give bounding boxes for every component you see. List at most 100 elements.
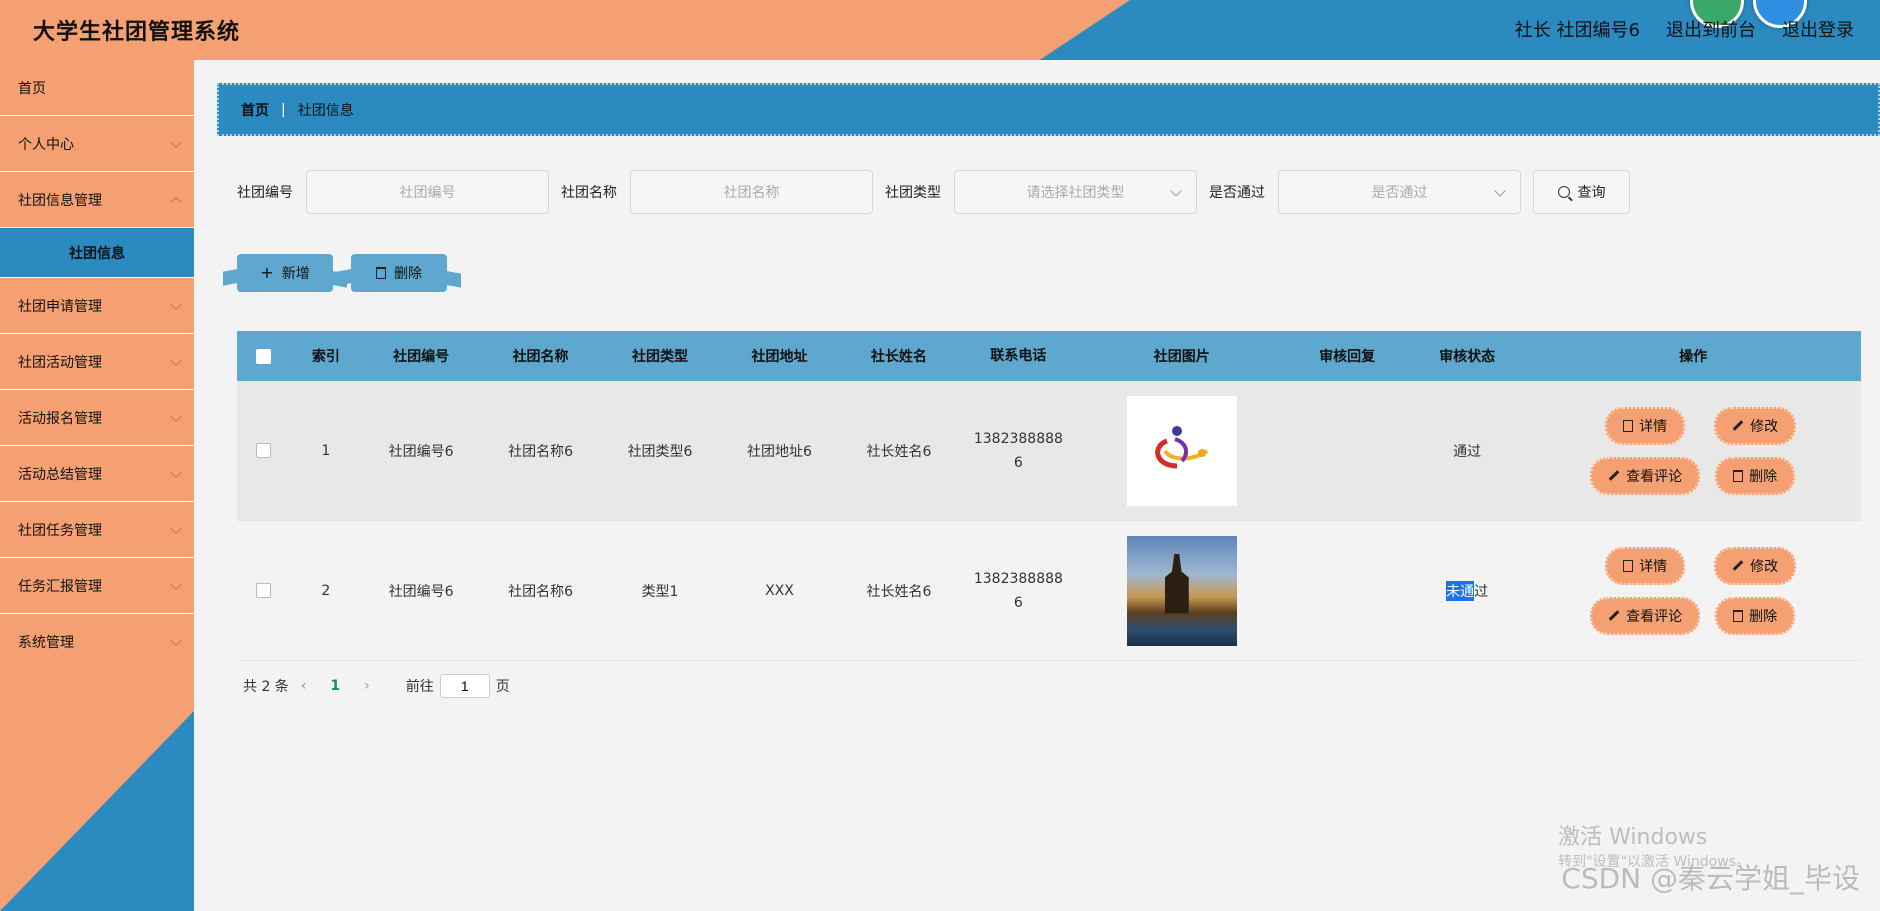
column-header: 审核回复 — [1319, 349, 1376, 365]
sidebar-item-system-mgmt[interactable]: 系统管理 — [0, 614, 194, 670]
column-header: 社团名称 — [512, 349, 569, 365]
column-header: 社长姓名 — [870, 349, 927, 365]
plus-icon: + — [260, 263, 274, 282]
detail-button[interactable]: 详情 — [1605, 406, 1686, 445]
row-delete-button[interactable]: 删除 — [1715, 456, 1796, 495]
sidebar-item-label: 社团任务管理 — [18, 522, 102, 539]
cell-image — [1078, 395, 1285, 506]
edit-label: 修改 — [1750, 418, 1779, 435]
row-select-cell — [237, 583, 290, 598]
add-button[interactable]: + 新增 — [237, 254, 333, 292]
status-text: 过 — [1474, 583, 1489, 600]
view-comments-label: 查看评论 — [1626, 608, 1683, 625]
club-photo-image[interactable] — [1126, 535, 1237, 646]
club-no-placeholder: 社团编号 — [399, 185, 456, 201]
document-icon — [1623, 419, 1634, 432]
sidebar-item-club-info-mgmt[interactable]: 社团信息管理 — [0, 172, 194, 228]
cell-club-name: 社团名称6 — [508, 443, 574, 460]
approved-label: 是否通过 — [1209, 185, 1265, 201]
sidebar-item-club-info[interactable]: 社团信息 — [0, 228, 194, 278]
csdn-watermark: CSDN @秦云学姐_毕设 — [1561, 862, 1860, 895]
view-comments-button[interactable]: 查看评论 — [1590, 456, 1701, 495]
cell-index: 1 — [321, 442, 331, 459]
exit-to-front-link[interactable]: 退出到前台 — [1666, 16, 1756, 42]
sidebar-item-task-report-mgmt[interactable]: 任务汇报管理 — [0, 558, 194, 614]
win-watermark-title: 激活 Windows — [1558, 825, 1708, 850]
row-actions: 详情 修改 查看评论 删除 — [1590, 406, 1797, 495]
page-number-current[interactable]: 1 — [330, 678, 340, 694]
club-type-select[interactable]: 请选择社团类型 — [954, 170, 1197, 214]
cell-status: 未通过 — [1409, 580, 1526, 601]
column-header: 联系电话 — [990, 348, 1047, 364]
sidebar-item-label: 社团信息管理 — [18, 192, 102, 209]
club-logo-image[interactable] — [1126, 395, 1237, 506]
prev-page-icon[interactable]: ‹ — [301, 678, 307, 694]
chevron-down-icon — [170, 136, 182, 148]
phone-part: 6 — [1013, 594, 1023, 611]
chevron-up-icon — [170, 196, 182, 208]
phone-part: 1382388888 — [973, 570, 1063, 587]
sidebar-item-profile[interactable]: 个人中心 — [0, 116, 194, 172]
approved-select[interactable]: 是否通过 — [1278, 170, 1521, 214]
chevron-down-icon — [170, 522, 182, 534]
column-header: 社团地址 — [751, 349, 808, 365]
column-header: 社团类型 — [632, 349, 689, 365]
sidebar-decoration — [0, 711, 194, 911]
detail-button[interactable]: 详情 — [1605, 546, 1686, 585]
sidebar-item-label: 系统管理 — [18, 635, 74, 651]
sidebar-item-activity-summary-mgmt[interactable]: 活动总结管理 — [0, 446, 194, 502]
table-row: 2 社团编号6 社团名称6 类型1 XXX 社长姓名6 1382388888 6… — [237, 521, 1861, 661]
club-table: 索引 社团编号 社团名称 社团类型 社团地址 社长姓名 联系电话 社团图片 审核… — [237, 331, 1861, 661]
sidebar-item-label: 活动报名管理 — [18, 410, 102, 427]
search-icon — [1557, 186, 1570, 198]
delete-button[interactable]: 删除 — [351, 254, 447, 292]
chevron-down-icon — [170, 410, 182, 422]
cell-phone: 1382388888 6 — [959, 427, 1078, 475]
club-name-label: 社团名称 — [561, 185, 617, 201]
add-button-label: 新增 — [281, 266, 310, 282]
select-all-checkbox[interactable] — [256, 348, 272, 364]
goto-label: 前往 — [405, 679, 434, 695]
trash-icon — [376, 267, 386, 279]
column-header: 社团编号 — [393, 349, 450, 365]
view-comments-button[interactable]: 查看评论 — [1590, 596, 1701, 635]
row-select-cell — [237, 443, 290, 458]
sidebar-item-club-activity-mgmt[interactable]: 社团活动管理 — [0, 334, 194, 390]
row-checkbox[interactable] — [256, 443, 272, 458]
cell-index: 2 — [321, 582, 331, 599]
sidebar-item-label: 社团活动管理 — [18, 354, 102, 371]
sidebar-item-activity-signup-mgmt[interactable]: 活动报名管理 — [0, 390, 194, 446]
next-page-icon[interactable]: › — [364, 678, 370, 694]
edit-button[interactable]: 修改 — [1714, 406, 1797, 445]
row-delete-button[interactable]: 删除 — [1715, 596, 1796, 635]
goto-page-input[interactable] — [439, 674, 490, 698]
edit-icon — [1732, 560, 1744, 571]
sidebar-item-label: 首页 — [18, 80, 46, 97]
club-type-placeholder: 请选择社团类型 — [1026, 185, 1125, 201]
edit-button[interactable]: 修改 — [1714, 546, 1797, 585]
top-header: 大学生社团管理系统 社长 社团编号6 退出到前台 退出登录 — [0, 0, 1880, 60]
select-all-cell — [237, 348, 290, 364]
delete-button-label: 删除 — [394, 266, 422, 282]
club-no-label: 社团编号 — [237, 185, 293, 201]
chevron-down-icon — [1170, 185, 1182, 197]
cell-club-no: 社团编号6 — [388, 443, 454, 460]
row-checkbox[interactable] — [256, 583, 272, 598]
breadcrumb-home[interactable]: 首页 — [241, 100, 269, 120]
breadcrumb: 首页 | 社团信息 — [217, 83, 1880, 136]
club-logo-icon — [1155, 425, 1208, 468]
sidebar-item-club-task-mgmt[interactable]: 社团任务管理 — [0, 502, 194, 558]
row-delete-label: 删除 — [1749, 608, 1778, 625]
cell-club-type: 类型1 — [641, 583, 679, 600]
column-header: 操作 — [1679, 349, 1708, 365]
sidebar: 首页 个人中心 社团信息管理 社团信息 社团申请管理 社团活动管理 活动报名管理… — [0, 60, 194, 911]
sidebar-item-club-apply-mgmt[interactable]: 社团申请管理 — [0, 278, 194, 334]
column-header: 社团图片 — [1153, 349, 1210, 365]
club-no-input[interactable]: 社团编号 — [306, 170, 549, 214]
query-button[interactable]: 查询 — [1533, 170, 1630, 214]
breadcrumb-current: 社团信息 — [297, 102, 354, 119]
club-name-input[interactable]: 社团名称 — [630, 170, 873, 214]
logout-link[interactable]: 退出登录 — [1782, 16, 1854, 42]
action-bar: + 新增 删除 — [237, 254, 447, 292]
sidebar-item-home[interactable]: 首页 — [0, 60, 194, 116]
